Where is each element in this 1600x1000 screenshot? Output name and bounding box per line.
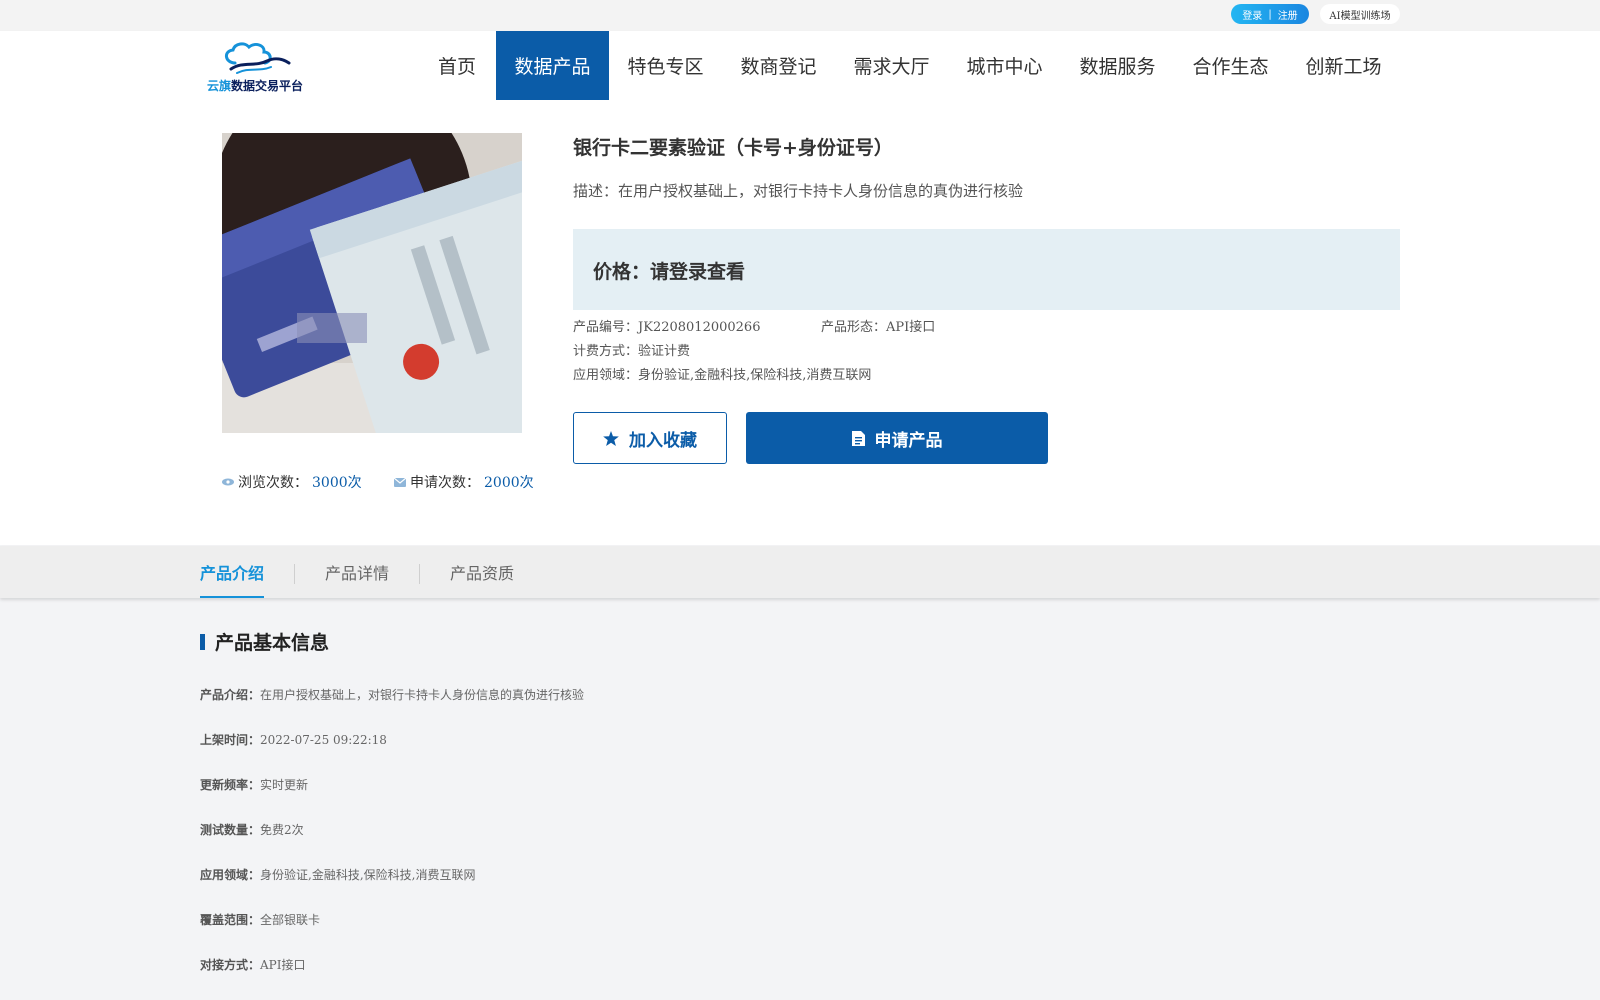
info-row-listing-time: 上架时间：2022-07-25 09:22:18 [200,731,387,748]
heading-accent-bar [200,633,205,650]
eye-icon [222,478,234,486]
nav-item-merchant-registration[interactable]: 数商登记 [732,31,825,100]
price-text: 价格：请登录查看 [593,261,746,283]
info-row-intro: 产品介绍：在用户授权基础上，对银行卡持卡人身份信息的真伪进行核验 [200,686,584,703]
nav-item-ecosystem[interactable]: 合作生态 [1184,31,1277,100]
product-description: 描述：在用户授权基础上，对银行卡持卡人身份信息的真伪进行核验 [573,182,1024,200]
product-title: 银行卡二要素验证（卡号+身份证号） [573,137,893,159]
view-count-value: 3000次 [312,475,362,491]
view-count-label: 浏览次数： [238,475,308,491]
info-value: 2022-07-25 09:22:18 [260,733,387,747]
info-label: 上架时间： [200,733,261,747]
price-box: 价格：请登录查看 [573,229,1400,310]
info-value: 免费2次 [260,823,304,837]
application-domain-value: 身份验证,金融科技,保险科技,消费互联网 [638,368,872,383]
info-label: 产品介绍： [200,688,261,702]
bank-card-and-id-card-photo [222,133,522,433]
cloud-wave-logo-icon [225,42,291,74]
tab-divider [419,564,420,584]
nav-item-data-products[interactable]: 数据产品 [496,31,609,100]
info-value: 全部银联卡 [260,913,321,927]
tab-divider [294,564,295,584]
logo-text-brand: 云旗 [207,79,232,93]
star-icon [603,430,619,446]
tab-product-details[interactable]: 产品详情 [325,546,389,598]
nav-item-innovation-workshop[interactable]: 创新工场 [1297,31,1390,100]
nav-item-city-center[interactable]: 城市中心 [958,31,1051,100]
logo-text-platform: 数据交易平台 [231,79,304,93]
basic-info-title: 产品基本信息 [215,632,330,654]
register-link[interactable]: 注册 [1278,7,1298,22]
apply-product-button[interactable]: 申请产品 [746,412,1048,464]
info-row-application-domain: 应用领域：身份验证,金融科技,保险科技,消费互联网 [200,866,475,883]
info-value: API接口 [260,958,306,972]
product-image [222,133,522,433]
product-form-label: 产品形态： [821,320,887,335]
info-value: 身份验证,金融科技,保险科技,消费互联网 [260,868,476,882]
application-domain: 应用领域：身份验证,金融科技,保险科技,消费互联网 [573,364,871,383]
add-to-favorites-label: 加入收藏 [629,430,697,451]
info-row-integration: 对接方式：API接口 [200,956,306,973]
apply-count-label: 申请次数： [410,475,480,491]
nav-item-featured[interactable]: 特色专区 [619,31,712,100]
site-logo[interactable]: 云旗数据交易平台 [207,41,303,94]
product-form-value: API接口 [886,320,936,335]
billing-method: 计费方式：验证计费 [573,340,690,359]
ai-training-link[interactable]: AI模型训练场 [1320,4,1400,24]
nav-item-home[interactable]: 首页 [427,31,487,100]
top-utility-bar: 登录 | 注册 AI模型训练场 [0,0,1600,31]
product-code-value: JK2208012000266 [638,320,761,335]
info-label: 对接方式： [200,958,261,972]
info-row-test-quota: 测试数量：免费2次 [200,821,304,838]
info-row-coverage: 覆盖范围：全部银联卡 [200,911,320,928]
nav-item-data-services[interactable]: 数据服务 [1071,31,1164,100]
product-form: 产品形态：API接口 [821,316,935,335]
login-register-pill: 登录 | 注册 [1231,4,1309,24]
info-row-update-frequency: 更新频率：实时更新 [200,776,308,793]
billing-method-label: 计费方式： [573,344,639,359]
basic-info-heading: 产品基本信息 [200,628,329,655]
info-label: 测试数量： [200,823,261,837]
info-label: 应用领域： [200,868,261,882]
tab-product-intro[interactable]: 产品介绍 [200,546,265,598]
info-label: 覆盖范围： [200,913,261,927]
apply-count: 申请次数： 2000次 [394,472,534,492]
document-icon [851,430,865,446]
login-link[interactable]: 登录 [1242,7,1262,22]
apply-product-label: 申请产品 [874,430,943,451]
apply-count-value: 2000次 [484,475,534,491]
product-code: 产品编号：JK2208012000266 [573,316,760,335]
product-summary: 浏览次数： 3000次 申请次数： 2000次 银行卡二要素验证（卡号+身份证号） … [0,102,1600,545]
nav-item-demand-hall[interactable]: 需求大厅 [845,31,938,100]
product-tabs: 产品介绍 产品详情 产品资质 [0,546,1600,598]
info-value: 在用户授权基础上，对银行卡持卡人身份信息的真伪进行核验 [260,688,585,702]
info-value: 实时更新 [260,778,309,792]
login-separator: | [1268,8,1272,20]
main-header: 云旗数据交易平台 首页 数据产品 特色专区 数商登记 需求大厅 城市中心 数据服… [0,31,1600,102]
product-code-label: 产品编号： [573,320,639,335]
application-domain-label: 应用领域： [573,368,639,383]
billing-method-value: 验证计费 [638,344,691,359]
info-label: 更新频率： [200,778,261,792]
logo-wordmark: 云旗数据交易平台 [207,77,303,94]
add-to-favorites-button[interactable]: 加入收藏 [573,412,727,464]
tab-product-qualification[interactable]: 产品资质 [450,546,514,598]
view-count: 浏览次数： 3000次 [222,472,362,492]
envelope-icon [394,477,406,487]
